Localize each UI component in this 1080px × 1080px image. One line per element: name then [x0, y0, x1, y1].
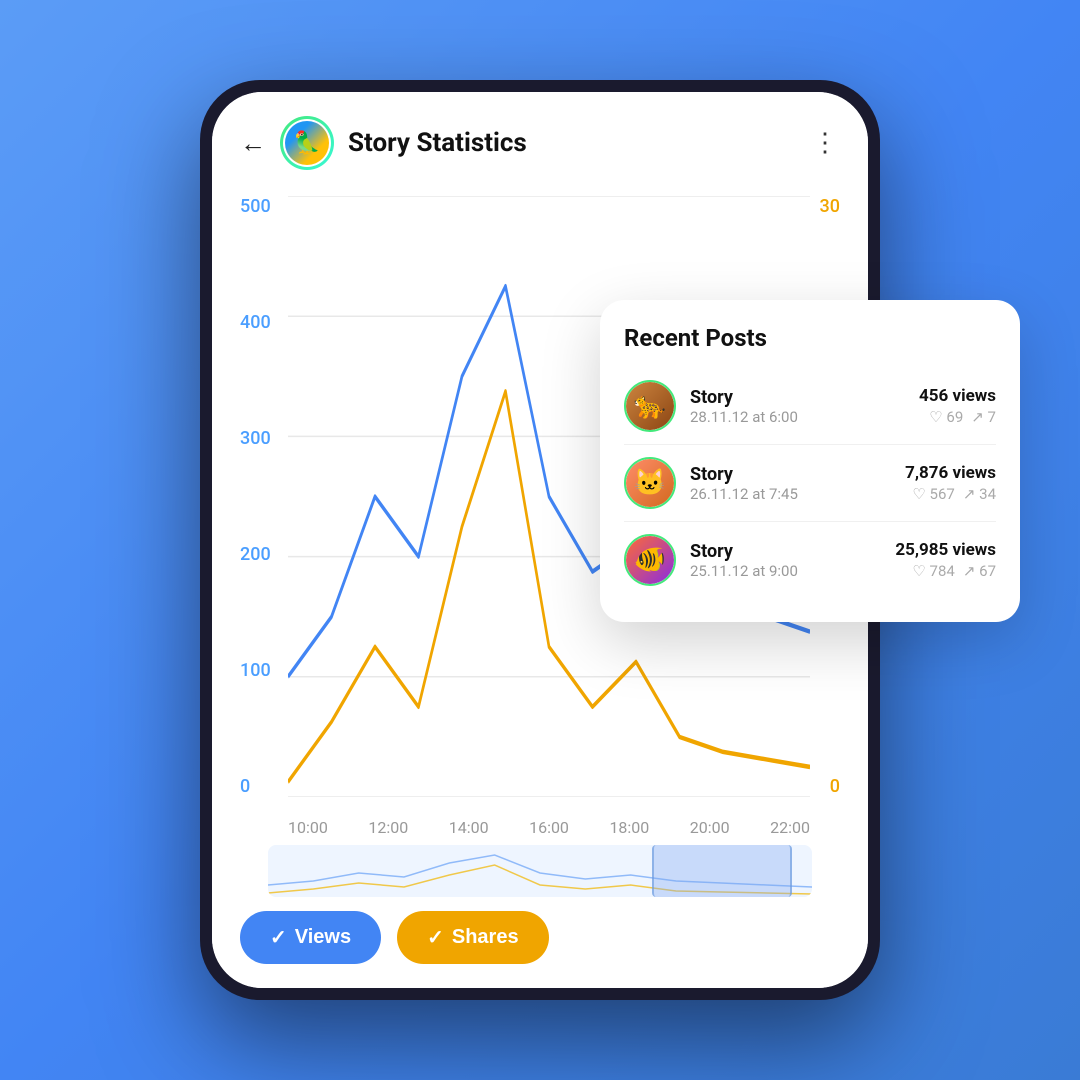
post-views-2: 7,876 views — [905, 463, 996, 483]
views-toggle-button[interactable]: ✓ Views — [240, 911, 381, 964]
post-engagement-2: ♡ 567 ↗ 34 — [905, 485, 996, 503]
likes-1: ♡ 69 — [929, 408, 963, 426]
post-item[interactable]: 🐆 Story 28.11.12 at 6:00 456 views ♡ 69 … — [624, 368, 996, 445]
post-date-1: 28.11.12 at 6:00 — [690, 408, 905, 426]
post-engagement-1: ♡ 69 ↗ 7 — [919, 408, 996, 426]
recent-posts-title: Recent Posts — [624, 324, 996, 352]
y-label-gold-bottom: 0 — [820, 776, 840, 797]
post-date-3: 25.11.12 at 9:00 — [690, 562, 881, 580]
y-label-200: 200 — [240, 544, 271, 565]
post-title-1: Story — [690, 387, 905, 408]
likes-3: ♡ 784 — [912, 562, 954, 580]
x-label-12: 12:00 — [368, 818, 408, 837]
post-avatar-cat-icon: 🐱 — [626, 459, 674, 507]
post-title-3: Story — [690, 541, 881, 562]
post-stats-1: 456 views ♡ 69 ↗ 7 — [919, 386, 996, 426]
post-stats-2: 7,876 views ♡ 567 ↗ 34 — [905, 463, 996, 503]
views-label: Views — [295, 926, 351, 949]
views-check-icon: ✓ — [270, 925, 287, 950]
post-avatar-2: 🐱 — [624, 457, 676, 509]
post-title-2: Story — [690, 464, 891, 485]
x-label-14: 14:00 — [449, 818, 489, 837]
x-label-22: 22:00 — [770, 818, 810, 837]
shares-toggle-button[interactable]: ✓ Shares — [397, 911, 548, 964]
post-item[interactable]: 🐠 Story 25.11.12 at 9:00 25,985 views ♡ … — [624, 522, 996, 598]
post-item[interactable]: 🐱 Story 26.11.12 at 7:45 7,876 views ♡ 5… — [624, 445, 996, 522]
post-avatar-1: 🐆 — [624, 380, 676, 432]
shares-1: ↗ 7 — [971, 408, 996, 426]
post-info-2: Story 26.11.12 at 7:45 — [690, 464, 891, 503]
post-info-3: Story 25.11.12 at 9:00 — [690, 541, 881, 580]
post-avatar-clownfish-icon: 🐠 — [626, 536, 674, 584]
x-label-18: 18:00 — [609, 818, 649, 837]
recent-posts-card: Recent Posts 🐆 Story 28.11.12 at 6:00 45… — [600, 300, 1020, 622]
avatar-parrot-icon: 🦜 — [285, 121, 329, 165]
y-label-100: 100 — [240, 660, 271, 681]
y-label-gold-top: 30 — [820, 196, 840, 217]
y-axis-left: 0 100 200 300 400 500 — [240, 196, 271, 797]
x-label-10: 10:00 — [288, 818, 328, 837]
y-label-400: 400 — [240, 312, 271, 333]
bottom-buttons: ✓ Views ✓ Shares — [212, 897, 868, 988]
post-avatar-leopard-icon: 🐆 — [626, 382, 674, 430]
shares-3: ↗ 67 — [963, 562, 996, 580]
post-info-1: Story 28.11.12 at 6:00 — [690, 387, 905, 426]
y-label-300: 300 — [240, 428, 271, 449]
x-label-20: 20:00 — [690, 818, 730, 837]
post-views-3: 25,985 views — [895, 540, 996, 560]
shares-2: ↗ 34 — [963, 485, 996, 503]
likes-2: ♡ 567 — [912, 485, 954, 503]
x-label-16: 16:00 — [529, 818, 569, 837]
post-avatar-3: 🐠 — [624, 534, 676, 586]
mini-chart[interactable] — [268, 845, 812, 897]
shares-label: Shares — [452, 926, 519, 949]
y-label-500: 500 — [240, 196, 271, 217]
y-label-0: 0 — [240, 776, 271, 797]
avatar: 🦜 — [280, 116, 334, 170]
back-button[interactable]: ← — [240, 128, 266, 159]
post-stats-3: 25,985 views ♡ 784 ↗ 67 — [895, 540, 996, 580]
mini-chart-selection[interactable] — [652, 845, 792, 897]
page-title: Story Statistics — [348, 128, 798, 158]
more-menu-button[interactable]: ⋮ — [812, 128, 840, 158]
shares-check-icon: ✓ — [427, 925, 444, 950]
post-views-1: 456 views — [919, 386, 996, 406]
x-axis-labels: 10:00 12:00 14:00 16:00 18:00 20:00 22:0… — [288, 818, 810, 837]
post-engagement-3: ♡ 784 ↗ 67 — [895, 562, 996, 580]
header: ← 🦜 Story Statistics ⋮ — [212, 92, 868, 186]
post-date-2: 26.11.12 at 7:45 — [690, 485, 891, 503]
